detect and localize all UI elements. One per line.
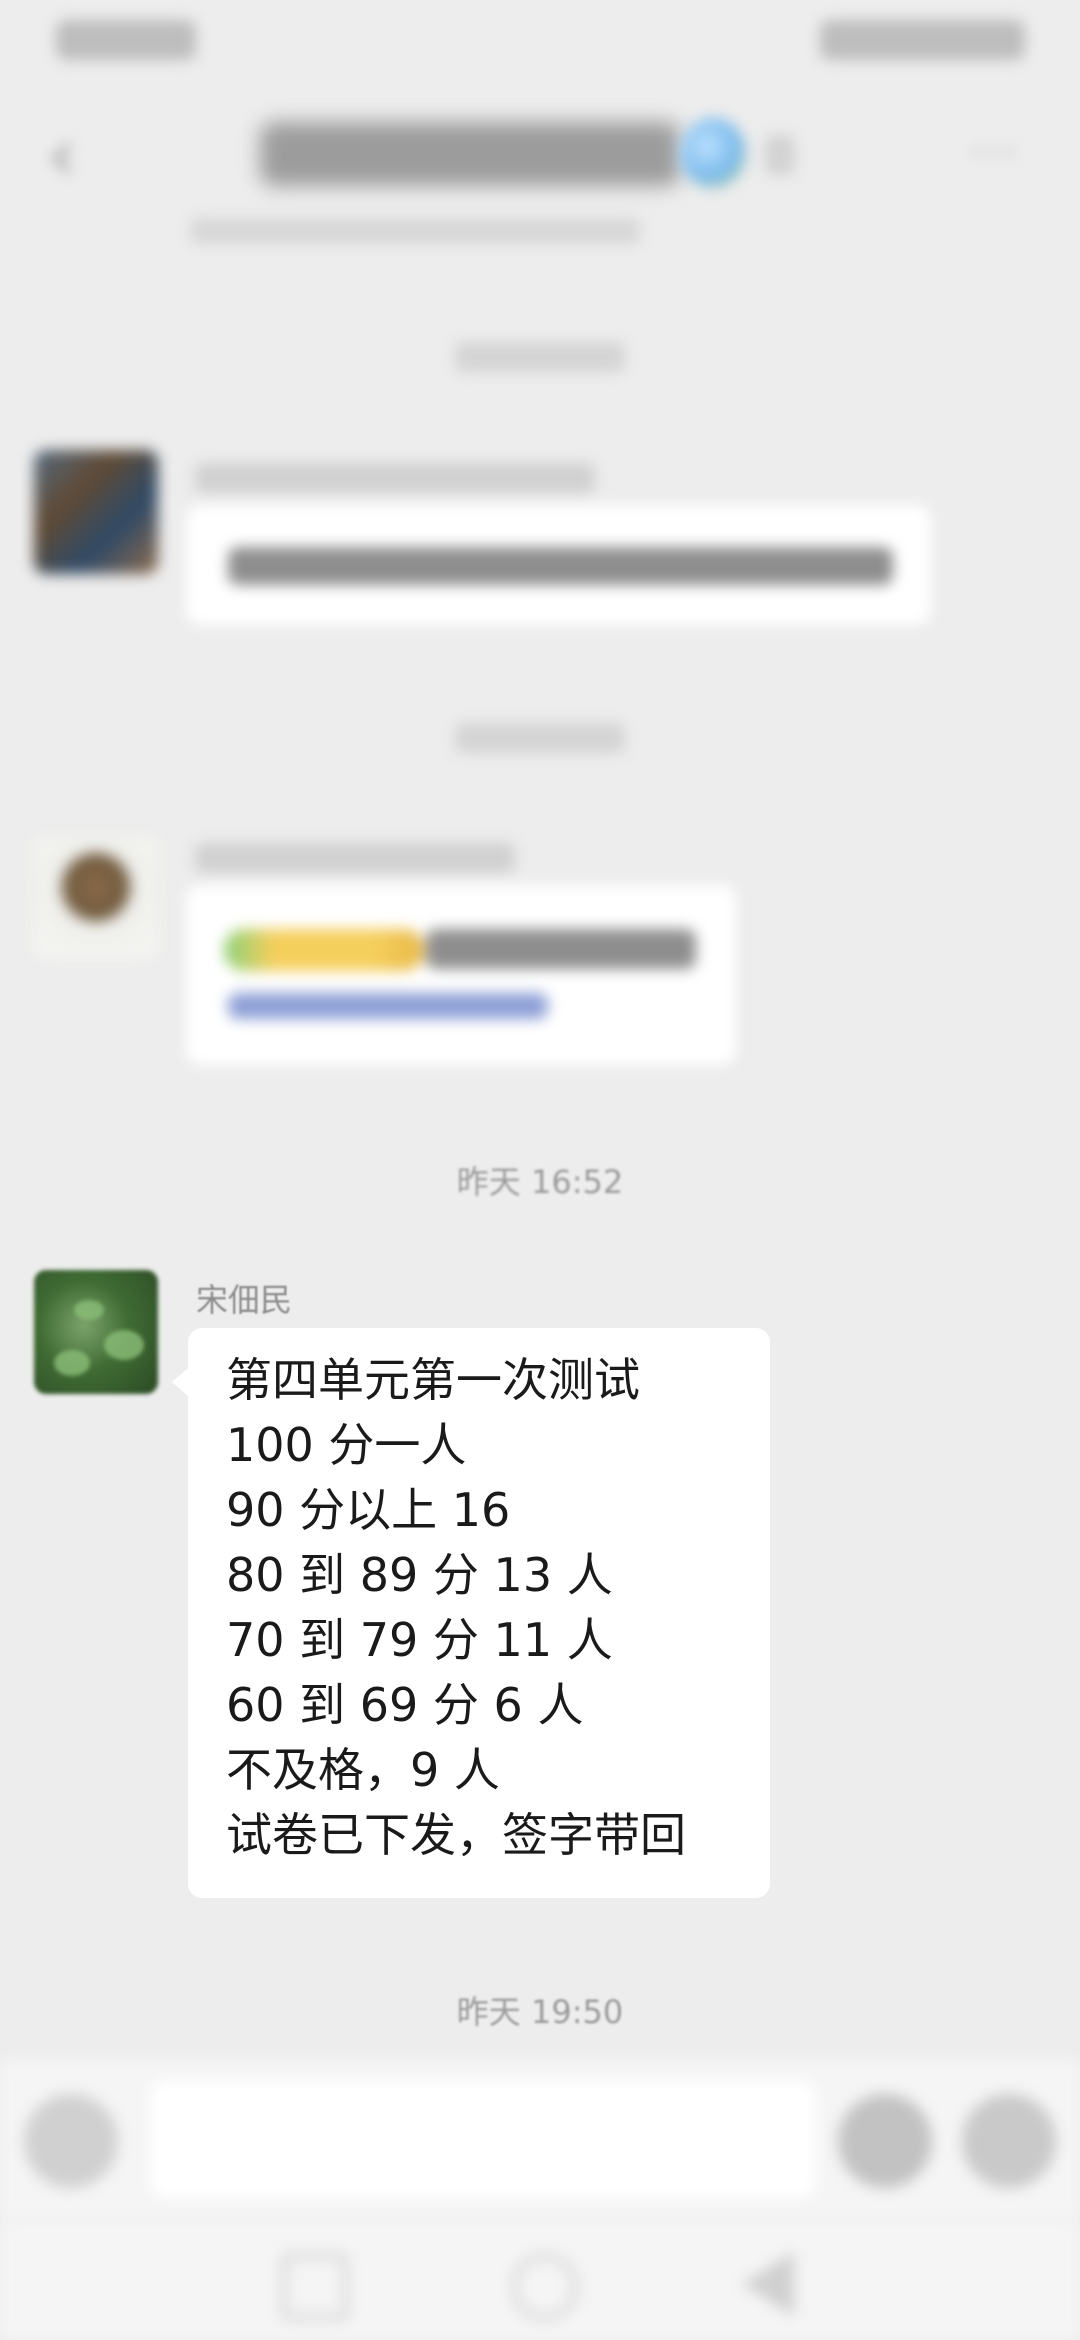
avatar[interactable] [34, 1270, 158, 1394]
status-bar-left [56, 20, 196, 60]
sender-name [195, 843, 515, 873]
avatar[interactable] [34, 835, 158, 959]
sender-name: 宋佃民 [196, 1281, 293, 1319]
group-badge-icon [680, 118, 746, 188]
message-line: 100 分一人 [226, 1418, 467, 1472]
status-bar-right [820, 20, 1025, 60]
timestamp [455, 723, 625, 753]
message-bubble[interactable] [186, 885, 736, 1065]
sender-name [195, 463, 595, 493]
message-line: 试卷已下发，签字带回 [226, 1808, 686, 1862]
message-line: 60 到 69 分 6 人 [226, 1678, 584, 1732]
plus-icon[interactable] [962, 2094, 1056, 2188]
recent-apps-icon[interactable] [282, 2254, 348, 2320]
timestamp [455, 342, 625, 372]
message-bubble[interactable]: 第四单元第一次测试 100 分一人 90 分以上 16 80 到 89 分 13… [172, 1328, 770, 1898]
chat-title [260, 122, 680, 186]
message-text: 第四单元第一次测试 100 分一人 90 分以上 16 80 到 89 分 13… [226, 1348, 756, 1868]
member-count [765, 135, 795, 175]
timestamp: 昨天 16:52 [456, 1163, 624, 1201]
chat-header [0, 80, 1080, 310]
chat-subtitle [190, 218, 640, 244]
message-bubble[interactable] [186, 505, 931, 625]
message-line: 70 到 79 分 11 人 [226, 1613, 613, 1667]
message-line: 80 到 89 分 13 人 [226, 1548, 613, 1602]
emoji-icon[interactable] [838, 2094, 932, 2188]
status-bar [0, 0, 1080, 80]
message-line: 90 分以上 16 [226, 1483, 511, 1537]
more-icon[interactable]: ··· [960, 131, 1030, 175]
home-icon[interactable] [512, 2254, 578, 2320]
timestamp: 昨天 19:50 [456, 1993, 624, 2031]
avatar[interactable] [34, 450, 158, 574]
message-input[interactable] [150, 2080, 816, 2198]
back-arrow-icon[interactable]: ‹ [32, 120, 92, 190]
back-icon[interactable] [742, 2252, 794, 2316]
message-line: 不及格，9 人 [226, 1743, 500, 1797]
voice-icon[interactable] [24, 2094, 118, 2188]
message-line: 第四单元第一次测试 [226, 1353, 640, 1407]
